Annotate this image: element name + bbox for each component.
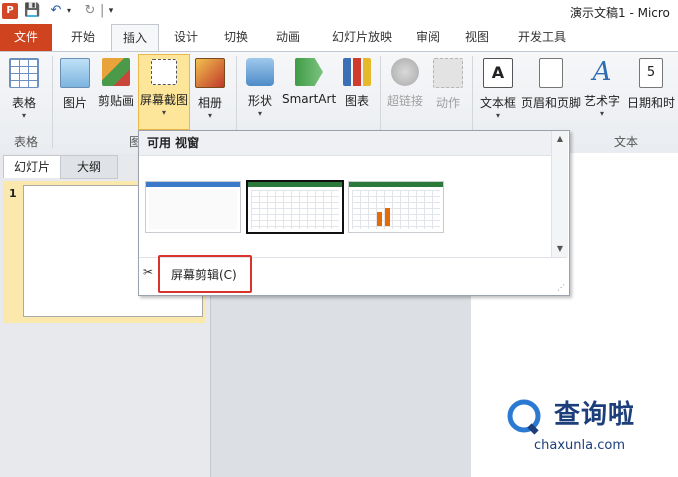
window-titlebar <box>146 182 240 187</box>
smartart-button[interactable]: SmartArt <box>282 54 336 128</box>
chart-button[interactable]: 图表 <box>340 54 374 128</box>
chevron-down-icon: ▾ <box>161 108 166 117</box>
window-thumbnail-3[interactable] <box>348 181 444 233</box>
dropdown-scrollbar[interactable]: ▲ ▼ <box>551 131 568 257</box>
undo-dropdown-icon[interactable]: ▾ <box>64 3 74 19</box>
group-separator <box>52 56 53 148</box>
tab-insert[interactable]: 插入 <box>111 24 159 52</box>
window-content <box>352 190 440 229</box>
chevron-down-icon: ▾ <box>207 111 212 120</box>
wordart-icon: A <box>592 57 612 87</box>
tab-developer[interactable]: 开发工具 <box>506 24 578 51</box>
slide-number: 1 <box>9 187 17 200</box>
tab-view[interactable]: 视图 <box>455 24 499 51</box>
available-windows-header: 可用 视窗 <box>139 131 559 156</box>
screen-clipping-button[interactable]: 屏幕剪辑(C) <box>158 255 252 293</box>
table-icon <box>9 58 39 88</box>
action-icon <box>433 58 463 88</box>
clipart-button[interactable]: 剪贴画 <box>96 54 136 128</box>
smartart-icon <box>295 58 323 86</box>
shapes-icon <box>246 58 274 86</box>
powerpoint-app-icon[interactable]: P <box>2 3 18 19</box>
window-thumbnail-1[interactable] <box>145 181 241 233</box>
hyperlink-icon <box>391 58 419 86</box>
tab-animations[interactable]: 动画 <box>265 24 311 51</box>
undo-icon[interactable]: ↶ <box>48 3 64 19</box>
date-time-icon: 5 <box>639 58 663 88</box>
chart-bar <box>385 208 390 226</box>
chevron-down-icon: ▾ <box>21 111 26 120</box>
window-content <box>251 190 339 229</box>
shapes-button[interactable]: 形状 ▾ <box>242 54 278 128</box>
tab-transitions[interactable]: 切换 <box>214 24 258 51</box>
chevron-down-icon: ▾ <box>257 109 262 118</box>
window-content <box>149 190 237 229</box>
window-title: 演示文稿1 - Micro <box>570 6 670 20</box>
quick-access-separator: | <box>100 3 105 18</box>
ribbon-tabs: 文件 开始 插入 设计 切换 动画 幻灯片放映 审阅 视图 开发工具 <box>0 24 678 52</box>
scroll-down-icon[interactable]: ▼ <box>552 241 568 257</box>
watermark-url: chaxunla.com <box>534 438 625 453</box>
clipart-icon <box>102 58 130 86</box>
picture-button[interactable]: 图片 <box>56 54 94 128</box>
picture-icon <box>60 58 90 88</box>
tab-outline[interactable]: 大纲 <box>60 155 118 179</box>
screenshot-dropdown: 可用 视窗 ▲ ▼ ✂ 屏幕剪辑(C) ⋰ <box>138 130 570 296</box>
search-logo-icon <box>507 399 541 435</box>
group-label-text: 文本 <box>613 135 638 149</box>
photo-album-icon <box>195 58 225 88</box>
resize-grip-icon[interactable]: ⋰ <box>557 283 567 293</box>
table-button[interactable]: 表格 ▾ <box>4 54 44 128</box>
tab-design[interactable]: 设计 <box>164 24 208 51</box>
screen-clipping-label: 屏幕剪辑(C) <box>171 268 237 282</box>
hyperlink-button[interactable]: 超链接 <box>384 54 426 128</box>
window-titlebar <box>248 182 342 187</box>
chart-icon <box>343 58 371 86</box>
tab-review[interactable]: 审阅 <box>406 24 450 51</box>
scroll-up-icon[interactable]: ▲ <box>552 131 568 147</box>
action-button[interactable]: 动作 <box>428 54 468 128</box>
date-time-button[interactable]: 5 日期和时 <box>624 54 678 128</box>
title-bar: P 💾 ↶ ▾ ↻ | ▾ 演示文稿1 - Micro <box>0 0 678 24</box>
redo-icon[interactable]: ↻ <box>82 3 98 19</box>
customize-quick-access-icon[interactable]: ▾ <box>106 3 116 19</box>
tab-slide-show[interactable]: 幻灯片放映 <box>322 24 402 51</box>
tab-slides[interactable]: 幻灯片 <box>3 155 61 178</box>
textbox-button[interactable]: A 文本框 ▾ <box>476 54 520 128</box>
watermark-text: 查询啦 <box>554 400 636 430</box>
header-footer-button[interactable]: 页眉和页脚 <box>520 54 582 128</box>
header-footer-icon <box>539 58 563 88</box>
screen-clipping-icon: ✂ <box>143 265 154 279</box>
chevron-down-icon: ▾ <box>495 111 500 120</box>
chevron-down-icon: ▾ <box>599 109 604 118</box>
photo-album-button[interactable]: 相册 ▾ <box>192 54 228 128</box>
tab-home[interactable]: 开始 <box>60 24 106 51</box>
save-icon[interactable]: 💾 <box>24 3 40 19</box>
watermark: 查询啦 chaxunla.com <box>504 392 674 462</box>
textbox-icon: A <box>483 58 513 88</box>
window-thumbnail-2[interactable] <box>246 180 344 234</box>
tab-file[interactable]: 文件 <box>0 24 52 51</box>
screenshot-icon <box>151 59 177 85</box>
chart-bar <box>377 212 382 226</box>
screenshot-button[interactable]: 屏幕截图 ▾ <box>138 54 190 130</box>
window-titlebar <box>349 182 443 187</box>
wordart-button[interactable]: A 艺术字 ▾ <box>582 54 622 128</box>
group-label-table: 表格 <box>13 135 38 149</box>
